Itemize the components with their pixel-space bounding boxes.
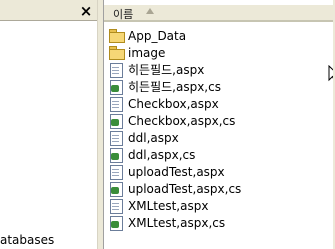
left-panel: × atabases (0, 0, 97, 249)
name-column-header-cell[interactable]: 이름 (105, 5, 334, 21)
cs-file-icon (109, 114, 124, 129)
list-item-label: ddl,aspx,cs (128, 148, 196, 162)
close-icon[interactable]: × (78, 3, 94, 19)
aspx-file-icon (109, 165, 124, 180)
list-item-label: 히든필드,aspx,cs (128, 80, 221, 94)
aspx-file-icon (109, 131, 124, 146)
folder-icon (109, 46, 125, 60)
cs-file-icon (109, 148, 124, 163)
left-panel-header: × (0, 0, 97, 21)
list-item-label: App_Data (128, 29, 187, 43)
list-item-label: image (128, 46, 166, 60)
cs-file-icon (109, 216, 124, 231)
tree-item-databases-label[interactable]: atabases (0, 233, 54, 247)
sort-ascending-icon (146, 8, 154, 14)
panel-splitter[interactable] (97, 0, 104, 249)
list-item-label: Checkbox,aspx,cs (128, 114, 236, 128)
cs-file-icon (109, 182, 124, 197)
list-item-label: uploadTest,aspx (128, 165, 225, 179)
list-item-label: Checkbox,aspx (128, 97, 219, 111)
list-item-label: XMLtest,aspx,cs (128, 216, 226, 230)
file-list-panel: 이름 App_Dataimage 히든필드,aspx 히든필드,aspx,cs Che… (104, 0, 335, 249)
aspx-file-icon (109, 63, 124, 78)
folder-icon (109, 29, 125, 43)
aspx-file-icon (109, 199, 124, 214)
name-column-header[interactable]: 이름 (104, 4, 335, 22)
list-item-label: XMLtest,aspx (128, 199, 209, 213)
list-item-label: ddl,aspx (128, 131, 179, 145)
list-item-label: uploadTest,aspx,cs (128, 182, 242, 196)
aspx-file-icon (109, 97, 124, 112)
name-column-label: 이름 (113, 8, 134, 21)
cs-file-icon (109, 80, 124, 95)
list-item-label: 히든필드,aspx (128, 63, 205, 77)
